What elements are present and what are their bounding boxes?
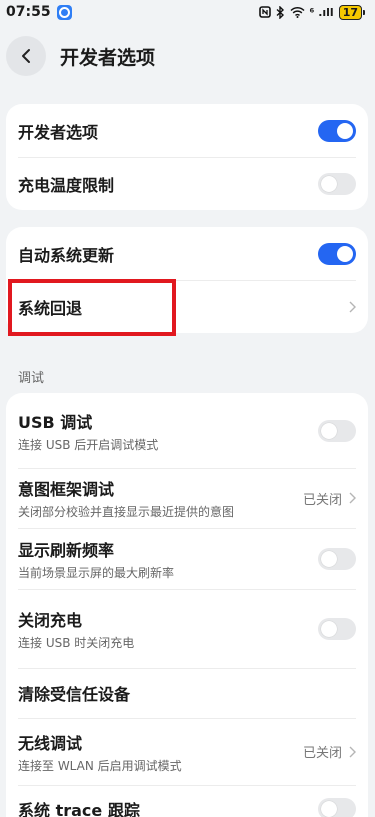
clear-trusted-devices-row[interactable]: 清除受信任设备 [18,668,356,718]
settings-card-debug: USB 调试 连接 USB 后开启调试模式 意图框架调试 关闭部分校验并直接显示… [6,393,368,817]
battery-level: 17 [338,4,362,20]
developer-options-row[interactable]: 开发者选项 [18,104,356,157]
disable-charging-description: 连接 USB 时关闭充电 [18,635,135,650]
wireless-debugging-description: 连接至 WLAN 后启用调试模式 [18,758,182,773]
intent-framework-debug-description: 关闭部分校验并直接显示最近提供的意图 [18,505,235,519]
disable-charging-label: 关闭充电 [18,610,83,630]
usb-debugging-label: USB 调试 [18,412,93,432]
auto-system-update-row[interactable]: 自动系统更新 [18,227,356,280]
notification-app-icon [56,4,72,20]
wifi-icon [290,6,305,18]
show-refresh-rate-description: 当前场景显示屏的最大刷新率 [18,565,175,580]
usb-debugging-toggle[interactable] [318,419,356,442]
intent-framework-debug-row[interactable]: 意图框架调试 关闭部分校验并直接显示最近提供的意图 已关闭 [18,468,356,528]
signal-strength-icon: ⁶ .ıll [309,5,334,19]
disable-charging-row[interactable]: 关闭充电 连接 USB 时关闭充电 [18,589,356,668]
auto-system-update-toggle[interactable] [318,242,356,265]
wireless-debugging-label: 无线调试 [18,733,83,753]
disable-charging-toggle[interactable] [318,617,356,640]
chevron-right-icon [349,746,356,757]
status-time: 07:55 [6,4,51,20]
intent-framework-debug-value: 已关闭 [302,492,342,508]
status-bar: 07:55 ⁶ .ıll 17 [0,0,375,24]
chevron-left-icon [22,49,30,63]
intent-framework-debug-label: 意图框架调试 [18,480,115,499]
clear-trusted-devices-label: 清除受信任设备 [18,685,131,704]
usb-debugging-row[interactable]: USB 调试 连接 USB 后开启调试模式 [18,393,356,468]
system-trace-row[interactable]: 系统 trace 跟踪 [18,785,356,817]
page-title: 开发者选项 [60,46,156,69]
system-trace-toggle[interactable] [318,798,356,817]
developer-options-label: 开发者选项 [18,122,99,142]
charging-temp-limit-label: 充电温度限制 [18,175,115,195]
charging-temp-limit-toggle[interactable] [318,172,356,195]
highlight-box [8,279,176,336]
battery-icon: 17 [338,4,365,20]
nfc-icon [258,6,271,18]
chevron-right-icon [349,492,356,504]
chevron-right-icon [349,301,356,312]
wireless-debugging-value: 已关闭 [302,746,342,761]
page-header: 开发者选项 [0,34,375,78]
system-trace-label: 系统 trace 跟踪 [18,801,140,817]
show-refresh-rate-label: 显示刷新频率 [18,540,115,560]
back-button[interactable] [6,36,46,76]
auto-system-update-label: 自动系统更新 [18,245,115,265]
settings-card-general: 开发者选项 充电温度限制 [6,104,368,210]
bluetooth-icon [276,5,284,19]
charging-temp-limit-row[interactable]: 充电温度限制 [18,157,356,210]
usb-debugging-description: 连接 USB 后开启调试模式 [18,437,159,452]
show-refresh-rate-toggle[interactable] [318,547,356,570]
developer-options-toggle[interactable] [318,119,356,142]
section-label-debug: 调试 [18,371,45,386]
wireless-debugging-row[interactable]: 无线调试 连接至 WLAN 后启用调试模式 已关闭 [18,718,356,785]
show-refresh-rate-row[interactable]: 显示刷新频率 当前场景显示屏的最大刷新率 [18,528,356,589]
